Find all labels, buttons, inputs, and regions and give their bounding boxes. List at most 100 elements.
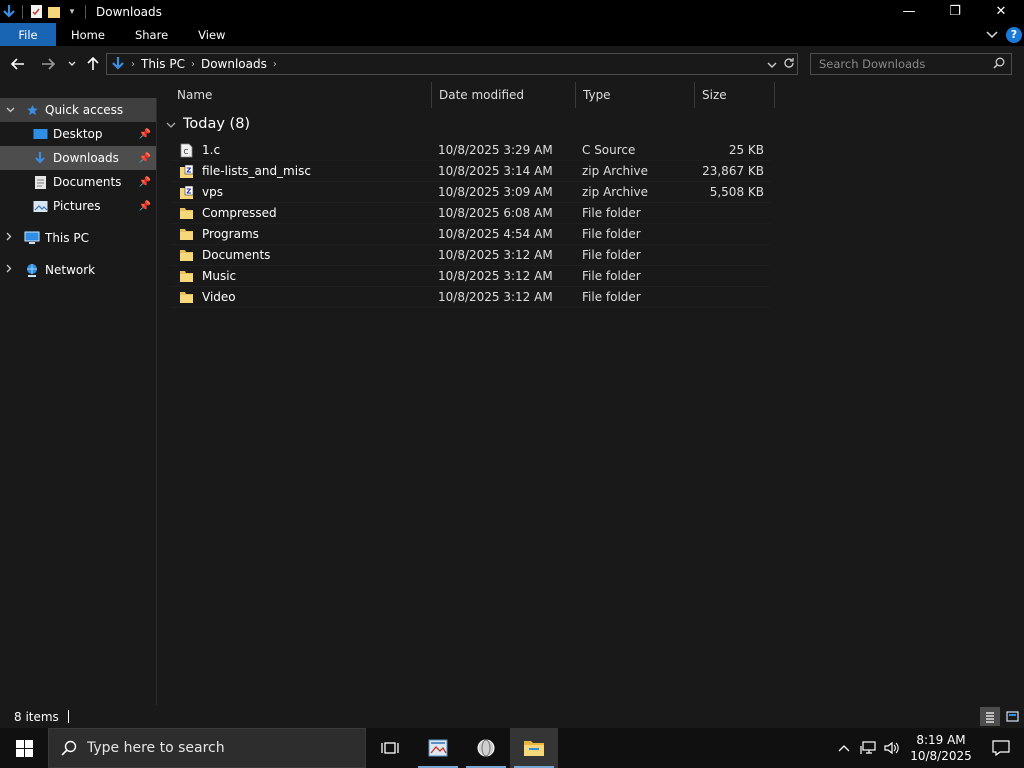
- file-name-cell[interactable]: Music: [170, 268, 432, 284]
- table-row[interactable]: Video 10/8/2025 3:12 AM File folder: [170, 287, 770, 308]
- address-dropdown-icon[interactable]: [767, 58, 777, 71]
- file-explorer-app-icon[interactable]: [510, 728, 558, 768]
- sidebar-item-pictures[interactable]: Pictures 📌: [0, 194, 156, 218]
- chevron-right-icon[interactable]: [6, 264, 16, 276]
- refresh-icon[interactable]: [783, 57, 795, 72]
- folder-icon: [178, 268, 194, 284]
- taskbar-clock[interactable]: 8:19 AM 10/8/2025: [904, 732, 978, 764]
- chevron-down-icon[interactable]: [6, 105, 16, 116]
- pin-icon[interactable]: 📌: [139, 201, 151, 212]
- folder-icon: [178, 289, 194, 305]
- search-box[interactable]: [810, 53, 1012, 75]
- file-name: file-lists_and_misc: [202, 164, 311, 178]
- address-bar[interactable]: › This PC › Downloads ›: [106, 53, 798, 75]
- new-folder-icon[interactable]: [45, 0, 63, 23]
- forward-button[interactable]: [36, 52, 60, 76]
- date-modified-cell: 10/8/2025 4:54 AM: [438, 227, 553, 241]
- zip-icon: Z: [178, 163, 194, 179]
- windows-start-icon[interactable]: [0, 728, 48, 768]
- table-row[interactable]: Music 10/8/2025 3:12 AM File folder: [170, 266, 770, 287]
- search-input[interactable]: [811, 57, 981, 71]
- date-modified-cell: 10/8/2025 3:09 AM: [438, 185, 553, 199]
- sidebar-item-this-pc[interactable]: This PC: [0, 226, 156, 250]
- sidebar-item-quick-access[interactable]: Quick access: [0, 98, 156, 122]
- type-cell: File folder: [582, 206, 641, 220]
- pin-icon[interactable]: 📌: [139, 153, 151, 164]
- sidebar-item-downloads[interactable]: Downloads 📌: [0, 146, 156, 170]
- up-button[interactable]: [81, 52, 105, 76]
- search-icon: [61, 740, 77, 756]
- table-row[interactable]: Compressed 10/8/2025 6:08 AM File folder: [170, 203, 770, 224]
- type-cell: zip Archive: [582, 164, 648, 178]
- breadcrumb-this-pc[interactable]: This PC: [137, 57, 189, 71]
- column-header-date-modified[interactable]: Date modified: [432, 82, 576, 108]
- table-row[interactable]: C 1.c 10/8/2025 3:29 AM C Source 25 KB: [170, 140, 770, 161]
- breadcrumb-downloads[interactable]: Downloads: [197, 57, 271, 71]
- file-name-cell[interactable]: Video: [170, 289, 432, 305]
- help-icon[interactable]: ?: [1006, 26, 1022, 43]
- restore-button[interactable]: ❐: [932, 0, 978, 23]
- file-name-cell[interactable]: Programs: [170, 226, 432, 242]
- details-view-icon[interactable]: [980, 707, 1000, 726]
- tab-home[interactable]: Home: [56, 23, 120, 46]
- search-icon[interactable]: [993, 57, 1005, 72]
- network-status-icon[interactable]: [856, 728, 880, 768]
- group-header-today[interactable]: Today (8): [166, 116, 250, 132]
- minimize-button[interactable]: —: [886, 0, 932, 23]
- table-row[interactable]: Z file-lists_and_misc 10/8/2025 3:14 AM …: [170, 161, 770, 182]
- breadcrumb-separator[interactable]: ›: [189, 59, 197, 70]
- taskbar: 8:19 AM 10/8/2025: [0, 728, 1024, 768]
- file-name: Music: [202, 269, 237, 283]
- sidebar-item-network[interactable]: Network: [0, 258, 156, 282]
- column-header-size[interactable]: Size: [695, 82, 775, 108]
- task-view-icon[interactable]: [366, 728, 414, 768]
- size-cell: 23,867 KB: [702, 164, 764, 178]
- star-icon: [24, 102, 40, 118]
- file-name-cell[interactable]: C 1.c: [170, 142, 432, 158]
- sidebar-item-label: Pictures: [53, 199, 101, 213]
- c-file-icon: C: [178, 142, 194, 158]
- sidebar-item-documents[interactable]: Documents 📌: [0, 170, 156, 194]
- size-cell: 5,508 KB: [709, 185, 764, 199]
- column-headers: Name Date modified Type Size: [170, 82, 775, 108]
- type-cell: File folder: [582, 290, 641, 304]
- image-viewer-app-icon[interactable]: [414, 728, 462, 768]
- chevron-right-icon[interactable]: [6, 232, 16, 244]
- browser-app-icon[interactable]: [462, 728, 510, 768]
- file-list-pane: Name Date modified Type Size Today (8) C…: [158, 82, 1024, 705]
- status-divider: [67, 710, 69, 723]
- breadcrumb-separator[interactable]: ›: [271, 59, 279, 70]
- taskbar-search-input[interactable]: [87, 740, 347, 756]
- sidebar-item-desktop[interactable]: Desktop 📌: [0, 122, 156, 146]
- table-row[interactable]: Documents 10/8/2025 3:12 AM File folder: [170, 245, 770, 266]
- customize-toolbar-icon[interactable]: ▾: [63, 0, 81, 23]
- table-row[interactable]: Z vps 10/8/2025 3:09 AM zip Archive 5,50…: [170, 182, 770, 203]
- large-icons-view-icon[interactable]: [1002, 707, 1022, 726]
- column-header-type[interactable]: Type: [576, 82, 695, 108]
- network-icon: [24, 262, 40, 278]
- chevron-down-icon[interactable]: [166, 118, 176, 131]
- tab-file[interactable]: File: [0, 23, 56, 46]
- tab-share[interactable]: Share: [120, 23, 183, 46]
- breadcrumb-separator[interactable]: ›: [129, 59, 137, 70]
- item-count: 8 items: [14, 709, 59, 724]
- file-name-cell[interactable]: Z vps: [170, 184, 432, 200]
- column-header-name[interactable]: Name: [170, 82, 432, 108]
- volume-icon[interactable]: [880, 728, 904, 768]
- pin-icon[interactable]: 📌: [139, 177, 151, 188]
- properties-icon[interactable]: [27, 0, 45, 23]
- type-cell: zip Archive: [582, 185, 648, 199]
- close-button[interactable]: ✕: [978, 0, 1024, 23]
- table-row[interactable]: Programs 10/8/2025 4:54 AM File folder: [170, 224, 770, 245]
- file-name-cell[interactable]: Compressed: [170, 205, 432, 221]
- back-button[interactable]: [6, 52, 30, 76]
- show-hidden-icons-icon[interactable]: [832, 728, 856, 768]
- file-name: 1.c: [202, 143, 221, 157]
- tab-view[interactable]: View: [183, 23, 240, 46]
- pin-icon[interactable]: 📌: [139, 129, 151, 140]
- file-name-cell[interactable]: Documents: [170, 247, 432, 263]
- notification-center-icon[interactable]: [978, 728, 1024, 768]
- expand-ribbon-icon[interactable]: [986, 28, 998, 42]
- taskbar-search-box[interactable]: [48, 728, 366, 768]
- file-name-cell[interactable]: Z file-lists_and_misc: [170, 163, 432, 179]
